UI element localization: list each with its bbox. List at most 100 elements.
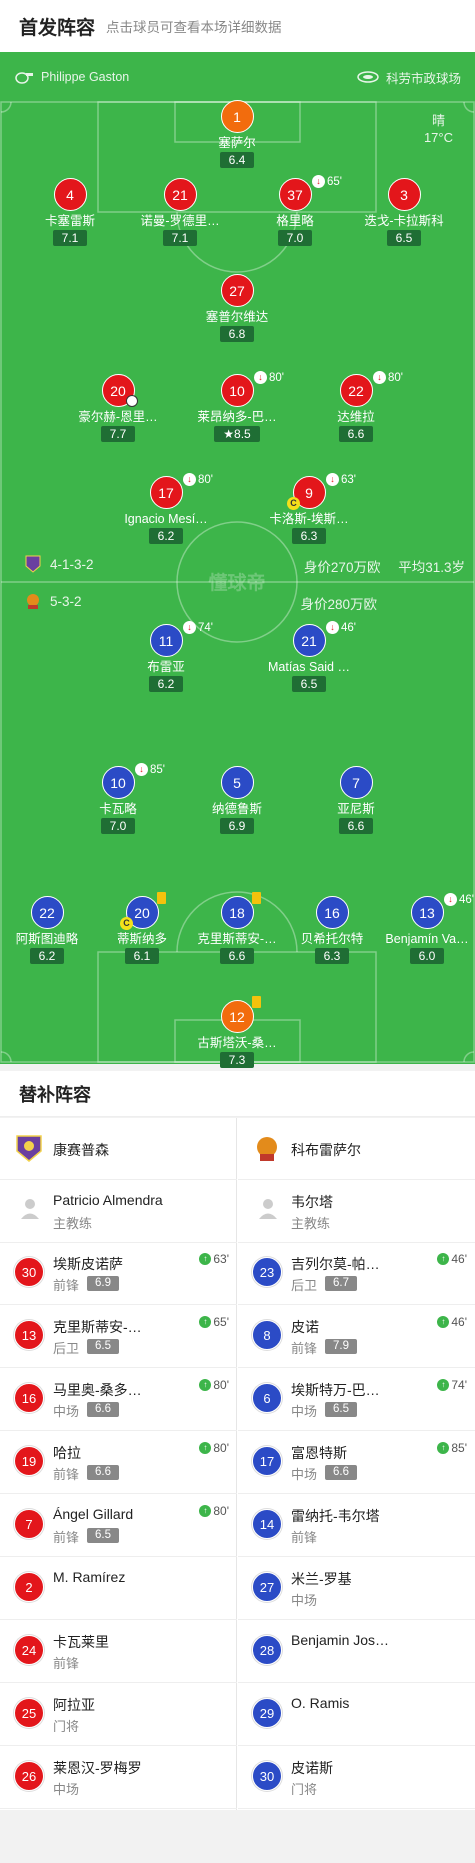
player-name: Ignacio Mesí… — [124, 512, 208, 526]
sub-minute-text: 74' — [451, 1378, 467, 1392]
home-player[interactable]: 1 塞萨尔 6.4 — [182, 100, 292, 169]
player-number-badge: 13 — [410, 896, 444, 929]
player-rating: 6.1 — [124, 948, 160, 964]
sub-off-icon: ↓ 80' — [183, 473, 213, 486]
player-name: 豪尔赫-恩里… — [78, 410, 158, 424]
home-player[interactable]: 22 ↓ 80' 达维拉 6.6 — [301, 371, 411, 443]
home-player[interactable]: 17 ↓ 80' Ignacio Mesí… 6.2 — [111, 473, 221, 545]
away-team-name: 科布雷萨尔 — [291, 1142, 361, 1158]
sub-on-minute: ↑ 46' — [437, 1252, 467, 1266]
referee-name: Philippe Gaston — [41, 70, 130, 84]
sub-rating: 6.7 — [325, 1276, 357, 1291]
player-rating: ★8.5 — [214, 426, 260, 442]
sub-position: 门将 — [291, 1782, 318, 1797]
home-player[interactable]: 21 诺曼-罗德里… 7.1 — [125, 178, 235, 247]
away-sub-row[interactable]: 14 雷纳托-韦尔塔 前锋 — [238, 1494, 475, 1557]
away-sub-row[interactable]: 23 吉列尔莫-帕… 后卫 6.7 ↑ 46' — [238, 1242, 475, 1305]
captain-icon: C — [287, 497, 300, 510]
home-sub-row[interactable]: 25 阿拉亚 门将 — [0, 1683, 237, 1746]
sub-minute-text: 63' — [213, 1252, 229, 1266]
sub-minute: 74' — [198, 621, 213, 634]
away-player[interactable]: 11 ↓ 74' 布雷亚 6.2 — [111, 621, 221, 693]
away-team-value: 身价280万欧 — [300, 597, 377, 612]
home-sub-row[interactable]: 19 哈拉 前锋 6.6 ↑ 80' — [0, 1431, 237, 1494]
sub-arrow-icon: ↓ — [444, 893, 457, 906]
away-sub-row[interactable]: 27 米兰-罗基 中场 — [238, 1557, 475, 1620]
sub-name: Benjamin Jos… — [291, 1632, 390, 1648]
home-player[interactable]: 9 ↓ 63' C 卡洛斯-埃斯… 6.3 — [254, 473, 364, 545]
home-coach-name: Patricio Almendra — [53, 1192, 163, 1208]
away-sub-row[interactable]: 28 Benjamin Jos… — [238, 1620, 475, 1683]
player-rating: 6.9 — [219, 818, 255, 834]
sub-minute: 80' — [269, 371, 284, 384]
away-player[interactable]: 7 亚尼斯 6.6 — [301, 766, 411, 835]
sub-position: 中场 — [53, 1782, 80, 1797]
home-player[interactable]: 10 ↓ 80' 莱昂纳多-巴… ★8.5 — [182, 371, 292, 443]
home-player[interactable]: 3 迭戈-卡拉斯科 6.5 — [349, 178, 459, 247]
home-sub-row[interactable]: 30 埃斯皮诺萨 前锋 6.9 ↑ 63' — [0, 1242, 237, 1305]
substitutes-panel: 康赛普森 Patricio Almendra 主教练 30 埃斯皮诺萨 前锋 6.9 ↑… — [0, 1118, 475, 1810]
player-name: 诺曼-罗德里… — [140, 214, 220, 228]
sub-rating: 6.5 — [87, 1528, 119, 1543]
player-number-badge: 7 — [339, 766, 373, 799]
home-team-row[interactable]: 康赛普森 — [0, 1118, 237, 1180]
sub-name: 哈拉 — [53, 1445, 81, 1461]
stadium-name: 科劳市政球场 — [385, 71, 461, 86]
away-sub-row[interactable]: 6 埃斯特万-巴… 中场 6.5 ↑ 74' — [238, 1368, 475, 1431]
sub-on-icon: ↑ — [199, 1505, 212, 1517]
away-formation: 5-3-2 — [50, 593, 82, 609]
away-sub-row[interactable]: 30 皮诺斯 门将 — [238, 1746, 475, 1809]
sub-number-badge: 27 — [252, 1572, 282, 1602]
player-number-badge: 10 — [220, 374, 254, 407]
away-sub-row[interactable]: 8 皮诺 前锋 7.9 ↑ 46' — [238, 1305, 475, 1368]
away-player[interactable]: 13 ↓ 46' Benjamín Va… 6.0 — [372, 893, 475, 965]
home-player[interactable]: 37 ↓ 65' 格里略 7.0 — [240, 175, 350, 247]
sub-minute: 85' — [150, 763, 165, 776]
home-sub-row[interactable]: 13 克里斯蒂安-… 后卫 6.5 ↑ 65' — [0, 1305, 237, 1368]
coach-avatar-icon — [21, 1199, 39, 1219]
away-player[interactable]: 10 ↓ 85' 卡瓦略 7.0 — [63, 763, 173, 835]
player-number-badge: 21 — [292, 624, 326, 657]
player-number-badge: 18 — [220, 896, 254, 929]
home-player[interactable]: 20 豪尔赫-恩里… 7.7 — [63, 374, 173, 443]
sub-minute: 46' — [459, 893, 474, 906]
sub-minute: 63' — [341, 473, 356, 486]
player-name: 格里略 — [276, 214, 314, 228]
home-player[interactable]: 27 塞普尔维达 6.8 — [182, 274, 292, 343]
home-player[interactable]: 4 卡塞雷斯 7.1 — [15, 178, 125, 247]
sub-on-icon: ↑ — [199, 1379, 212, 1391]
home-team-crest-icon — [16, 1135, 42, 1162]
yellow-card-icon — [252, 996, 261, 1008]
player-rating: 6.4 — [219, 152, 255, 168]
sub-name: 米兰-罗基 — [291, 1571, 352, 1587]
away-formation-line: 5-3-2 — [24, 591, 82, 611]
sub-rating: 6.6 — [325, 1465, 357, 1480]
away-sub-row[interactable]: 17 富恩特斯 中场 6.6 ↑ 85' — [238, 1431, 475, 1494]
away-player[interactable]: 16 贝希托尔特 6.3 — [277, 896, 387, 965]
home-sub-row[interactable]: 7 Ángel Gillard 前锋 6.5 ↑ 80' — [0, 1494, 237, 1557]
sub-position: 前锋 — [291, 1530, 318, 1545]
away-player[interactable]: 20 C 蒂斯纳多 6.1 — [87, 892, 197, 965]
referee-info[interactable]: Philippe Gaston — [14, 70, 129, 84]
away-player[interactable]: 5 纳德鲁斯 6.9 — [182, 766, 292, 835]
home-sub-row[interactable]: 26 莱恩汉-罗梅罗 中场 — [0, 1746, 237, 1809]
sub-on-icon: ↑ — [437, 1316, 450, 1328]
sub-position: 门将 — [53, 1719, 80, 1734]
away-sub-row[interactable]: 29 O. Ramis — [238, 1683, 475, 1746]
away-player[interactable]: 18 克里斯蒂安-… 6.6 — [182, 892, 292, 965]
away-player[interactable]: 12 古斯塔沃-桑… 7.3 — [182, 996, 292, 1069]
home-coach-row[interactable]: Patricio Almendra 主教练 — [0, 1180, 237, 1243]
player-name: 蒂斯纳多 — [116, 932, 167, 946]
away-team-row[interactable]: 科布雷萨尔 — [238, 1118, 475, 1180]
home-sub-row[interactable]: 16 马里奥-桑多… 中场 6.6 ↑ 80' — [0, 1368, 237, 1431]
sub-number-badge: 29 — [252, 1698, 282, 1728]
player-number-badge: 22 — [339, 374, 373, 407]
player-name: 塞普尔维达 — [205, 310, 269, 324]
sub-number-badge: 2 — [14, 1572, 44, 1602]
home-sub-row[interactable]: 2 M. Ramírez — [0, 1557, 237, 1620]
sub-off-icon: ↓ 74' — [183, 621, 213, 634]
away-coach-row[interactable]: 韦尔塔 主教练 — [238, 1180, 475, 1243]
player-rating: 7.3 — [219, 1052, 255, 1068]
home-sub-row[interactable]: 24 卡瓦莱里 前锋 — [0, 1620, 237, 1683]
away-player[interactable]: 21 ↓ 46' Matías Said … 6.5 — [254, 621, 364, 693]
